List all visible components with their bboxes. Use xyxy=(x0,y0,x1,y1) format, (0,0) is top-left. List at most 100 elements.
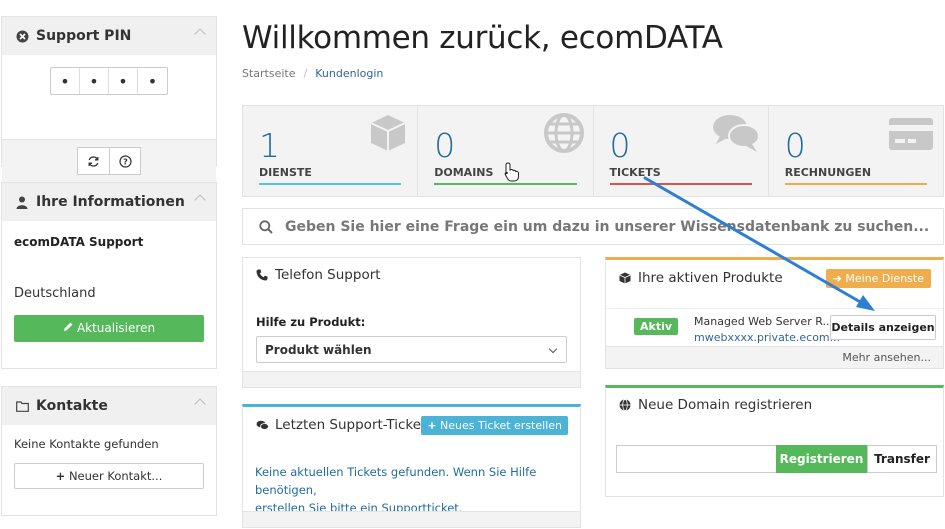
refresh-pin-button[interactable] xyxy=(77,147,109,175)
globe-icon xyxy=(618,399,632,411)
phone-support-footer xyxy=(243,371,580,387)
stat-dienste[interactable]: 1 DIENSTE xyxy=(243,106,419,196)
new-contact-label: Neuer Kontakt... xyxy=(68,469,163,483)
stat-dienste-bar xyxy=(259,183,402,185)
chevron-up-icon[interactable] xyxy=(194,194,206,206)
stat-domains-label: DOMAINS xyxy=(434,166,494,179)
search-icon xyxy=(259,219,273,234)
domain-form: Registrieren Transfer xyxy=(616,445,937,473)
support-pin-header[interactable]: Support PIN xyxy=(2,17,216,55)
pin-display: • • • • xyxy=(2,55,216,139)
domain-register-title: Neue Domain registrieren xyxy=(638,397,813,413)
product-select-value: Produkt wählen xyxy=(265,342,372,357)
chevron-down-icon xyxy=(548,344,558,354)
search-input[interactable]: Geben Sie hier eine Frage ein um dazu in… xyxy=(285,219,929,235)
active-products-title: Ihre aktiven Produkte xyxy=(638,270,783,286)
stat-tickets-bar xyxy=(609,183,752,185)
info-title: Ihre Informationen xyxy=(36,194,185,210)
support-tickets-header: Letzten Support-Tickets + Neues Ticket e… xyxy=(243,407,580,443)
chevron-up-icon[interactable] xyxy=(194,398,206,410)
new-ticket-button[interactable]: + Neues Ticket erstellen xyxy=(421,416,568,435)
stat-rechnungen-bar xyxy=(784,183,927,185)
product-help-label: Hilfe zu Produkt: xyxy=(256,315,366,329)
product-name: Managed Web Server R... xyxy=(694,315,833,328)
contacts-panel: Kontakte Keine Kontakte gefunden + Neuer… xyxy=(1,386,217,516)
status-badge: Aktiv xyxy=(634,318,679,335)
stat-tickets-label: TICKETS xyxy=(609,166,661,179)
globe-icon xyxy=(543,112,585,161)
stats-tiles: 1 DIENSTE 0 DOMAINS 0 TICKETS 0 RECHNUNG… xyxy=(242,105,944,197)
pencil-icon xyxy=(63,315,74,342)
stat-rechnungen[interactable]: 0 RECHNUNGEN xyxy=(768,106,943,196)
breadcrumb: Startseite / Kundenlogin xyxy=(242,67,383,80)
pin-digit: • xyxy=(51,68,80,94)
page-title: Willkommen zurück, ecomDATA xyxy=(242,20,723,56)
domain-register-header: Neue Domain registrieren xyxy=(606,388,943,422)
folder-icon xyxy=(14,400,30,412)
stat-tickets[interactable]: 0 TICKETS xyxy=(593,106,769,196)
breadcrumb-separator: / xyxy=(303,67,308,80)
customer-country: Deutschland xyxy=(14,286,96,301)
stat-tickets-value: 0 xyxy=(609,126,631,165)
plus-icon: + xyxy=(55,469,66,483)
domain-register-card: Neue Domain registrieren Registrieren Tr… xyxy=(605,385,944,497)
active-products-card: Ihre aktiven Produkte ➔ Meine Dienste Ak… xyxy=(605,257,944,369)
domain-input[interactable] xyxy=(616,445,776,473)
pin-digit: • xyxy=(147,71,158,91)
stat-rechnungen-label: RECHNUNGEN xyxy=(784,166,872,179)
tickets-empty-text: Keine aktuellen Tickets gefunden. Wenn S… xyxy=(243,463,580,517)
stat-domains[interactable]: 0 DOMAINS xyxy=(418,106,594,196)
register-button[interactable]: Registrieren xyxy=(776,445,867,473)
pin-help-button[interactable]: ? xyxy=(109,147,141,175)
plus-icon: + xyxy=(427,419,437,432)
breadcrumb-home[interactable]: Startseite xyxy=(242,67,296,80)
update-info-button[interactable]: Aktualisieren xyxy=(14,315,204,342)
stat-domains-bar xyxy=(434,183,577,185)
my-services-label: Meine Dienste xyxy=(845,272,924,285)
support-tickets-title: Letzten Support-Tickets xyxy=(275,417,434,433)
info-header[interactable]: Ihre Informationen xyxy=(2,183,216,221)
phone-support-card: Telefon Support Hilfe zu Produkt: Produk… xyxy=(242,257,581,388)
refresh-icon xyxy=(88,155,99,167)
contacts-empty-text: Keine Kontakte gefunden xyxy=(14,437,159,451)
phone-support-title: Telefon Support xyxy=(275,267,381,283)
new-ticket-label: Neues Ticket erstellen xyxy=(440,419,562,432)
contacts-header[interactable]: Kontakte xyxy=(2,387,216,425)
support-pin-panel: Support PIN • • • • ? xyxy=(1,16,217,182)
arrow-right-icon: ➔ xyxy=(832,272,842,285)
breadcrumb-current[interactable]: Kundenlogin xyxy=(315,67,383,80)
new-contact-button[interactable]: + Neuer Kontakt... xyxy=(14,463,204,489)
transfer-button[interactable]: Transfer xyxy=(867,445,937,473)
active-products-header: Ihre aktiven Produkte ➔ Meine Dienste xyxy=(606,260,943,296)
stat-rechnungen-value: 0 xyxy=(784,126,806,165)
product-hostname[interactable]: mwebxxxx.private.ecom... xyxy=(694,331,840,344)
stat-domains-value: 0 xyxy=(434,126,456,165)
active-products-footer: Mehr ansehen... xyxy=(606,346,943,368)
see-more-link[interactable]: Mehr ansehen... xyxy=(842,351,931,364)
credit-card-icon xyxy=(887,112,935,161)
cube-icon xyxy=(618,272,632,284)
question-circle-icon: ? xyxy=(118,154,132,168)
pin-digit: • xyxy=(80,68,109,94)
stat-dienste-value: 1 xyxy=(259,126,280,165)
knowledgebase-search[interactable]: Geben Sie hier eine Frage ein um dazu in… xyxy=(242,208,944,245)
user-icon xyxy=(14,196,30,209)
comments-icon xyxy=(712,112,760,161)
customer-name: ecomDATA Support xyxy=(14,235,144,249)
chevron-up-icon[interactable] xyxy=(194,28,206,40)
stat-dienste-label: DIENSTE xyxy=(259,166,312,179)
my-services-button[interactable]: ➔ Meine Dienste xyxy=(825,269,931,288)
pin-actions: ? xyxy=(2,139,216,182)
details-button[interactable]: Details anzeigen xyxy=(830,315,936,340)
support-tickets-card: Letzten Support-Tickets + Neues Ticket e… xyxy=(242,404,581,528)
tickets-empty-line1: Keine aktuellen Tickets gefunden. Wenn S… xyxy=(255,465,537,497)
times-circle-icon xyxy=(14,30,30,43)
product-select[interactable]: Produkt wählen xyxy=(256,336,567,363)
info-panel: Ihre Informationen ecomDATA Support Deut… xyxy=(1,182,217,369)
cube-icon xyxy=(367,112,409,161)
comments-icon xyxy=(255,420,269,431)
phone-support-header: Telefon Support xyxy=(243,258,580,292)
update-info-label: Aktualisieren xyxy=(76,321,156,335)
svg-text:?: ? xyxy=(123,157,128,166)
pin-digit: • xyxy=(109,68,138,94)
